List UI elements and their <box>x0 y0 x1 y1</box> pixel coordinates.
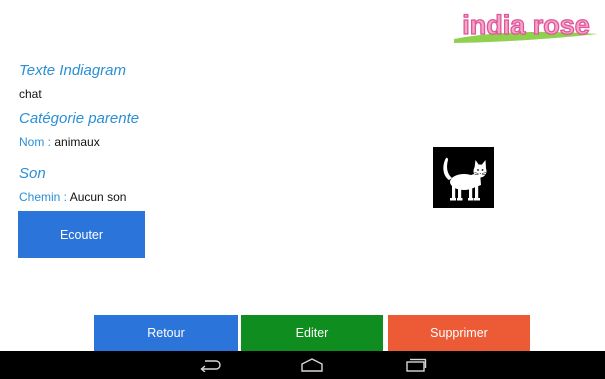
indiagram-text-title: Texte Indiagram <box>19 62 127 79</box>
recent-apps-icon[interactable] <box>404 358 428 372</box>
india-rose-logo: india rose <box>452 6 600 46</box>
sound-path-row: Chemin : Aucun son <box>19 190 126 204</box>
indiagram-text-value: chat <box>19 87 42 101</box>
category-name-label: Nom : <box>19 135 52 149</box>
logo-text: india rose <box>462 10 590 40</box>
delete-button[interactable]: Supprimer <box>388 315 530 351</box>
back-button[interactable]: Retour <box>94 315 238 351</box>
category-name-value: animaux <box>54 135 100 149</box>
sound-path-label: Chemin : <box>19 190 68 204</box>
cat-icon <box>443 157 487 201</box>
cat-image <box>433 147 494 208</box>
edit-button[interactable]: Editer <box>241 315 383 351</box>
sound-title: Son <box>19 165 46 182</box>
back-icon[interactable] <box>199 358 223 372</box>
sound-path-value: Aucun son <box>69 190 127 204</box>
home-icon[interactable] <box>300 358 324 372</box>
parent-category-title: Catégorie parente <box>19 110 140 127</box>
system-navigation-bar <box>0 351 605 379</box>
listen-button[interactable]: Ecouter <box>18 211 145 258</box>
parent-category-name-row: Nom : animaux <box>19 135 100 149</box>
